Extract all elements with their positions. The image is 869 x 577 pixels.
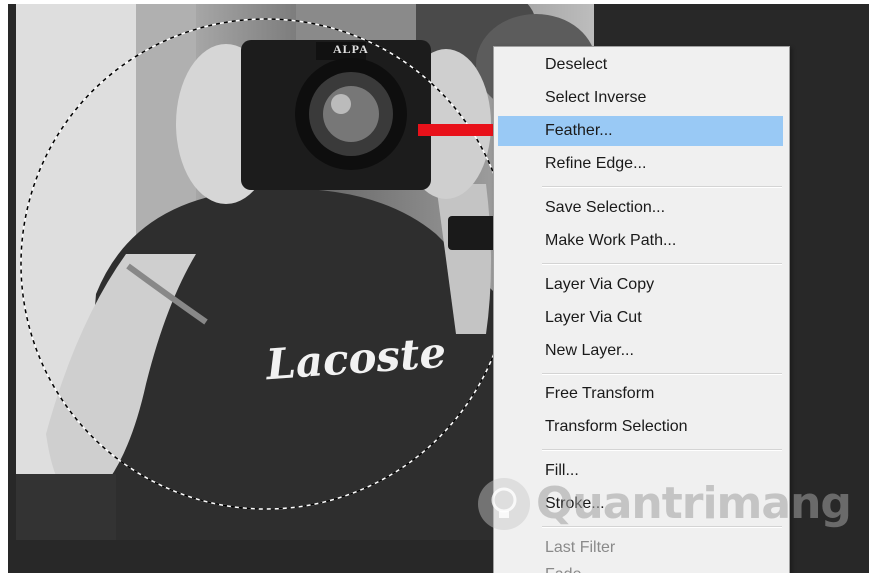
menu-item-fade: Fade... xyxy=(498,560,783,573)
menu-item-feather[interactable]: Feather... xyxy=(498,116,783,146)
menu-item-fill[interactable]: Fill... xyxy=(498,456,783,486)
menu-item-layer-via-cut[interactable]: Layer Via Cut xyxy=(498,303,783,333)
menu-separator xyxy=(542,263,782,265)
context-menu: Deselect Select Inverse Feather... Refin… xyxy=(493,46,790,573)
menu-item-select-inverse[interactable]: Select Inverse xyxy=(498,83,783,113)
menu-item-free-transform[interactable]: Free Transform xyxy=(498,379,783,409)
menu-item-refine-edge[interactable]: Refine Edge... xyxy=(498,149,783,179)
menu-item-new-layer[interactable]: New Layer... xyxy=(498,336,783,366)
menu-item-make-work-path[interactable]: Make Work Path... xyxy=(498,226,783,256)
menu-item-last-filter: Last Filter xyxy=(545,539,616,556)
menu-item-layer-via-copy[interactable]: Layer Via Copy xyxy=(498,270,783,300)
menu-separator xyxy=(542,526,782,528)
menu-item-stroke[interactable]: Stroke... xyxy=(498,489,783,519)
menu-separator xyxy=(542,449,782,451)
menu-item-save-selection[interactable]: Save Selection... xyxy=(498,193,783,223)
menu-item-deselect[interactable]: Deselect xyxy=(498,50,783,80)
photoshop-workspace: ALPA Lacoste Deselect Select Inverse Fea… xyxy=(8,4,869,573)
menu-separator xyxy=(542,186,782,188)
camera-brand-label: ALPA xyxy=(333,42,369,56)
menu-item-transform-selection[interactable]: Transform Selection xyxy=(498,412,783,442)
menu-separator xyxy=(542,373,782,375)
